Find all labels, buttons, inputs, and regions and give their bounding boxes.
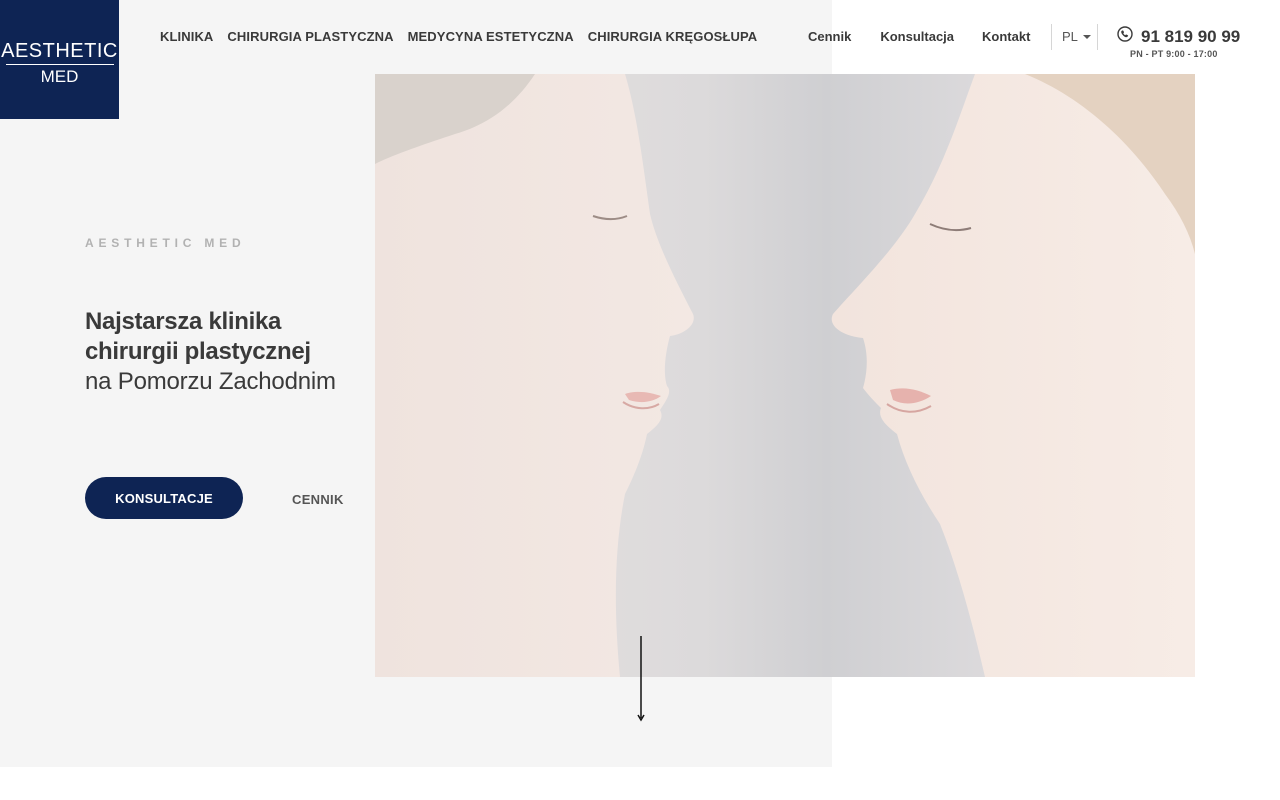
nav-item-cennik[interactable]: Cennik xyxy=(808,29,851,44)
header-divider-left xyxy=(1051,24,1052,50)
nav-item-chirurgia-kregoslupa[interactable]: CHIRURGIA KRĘGOSŁUPA xyxy=(588,29,758,44)
phone-number: 91 819 90 99 xyxy=(1141,26,1241,46)
pricing-link[interactable]: CENNIK xyxy=(292,492,344,507)
language-code: PL xyxy=(1062,29,1078,44)
nav-item-medycyna-estetyczna[interactable]: MEDYCYNA ESTETYCZNA xyxy=(408,29,574,44)
nav-item-konsultacja[interactable]: Konsultacja xyxy=(880,29,954,44)
headline-line-2: chirurgii plastycznej xyxy=(85,338,311,365)
nav-item-klinika[interactable]: KLINIKA xyxy=(160,29,213,44)
language-selector[interactable]: PL xyxy=(1062,29,1091,44)
header-divider-right xyxy=(1097,24,1098,50)
phone-contact[interactable]: 91 819 90 99 PN - PT 9:00 - 17:00 xyxy=(1117,26,1241,59)
nav-item-chirurgia-plastyczna[interactable]: CHIRURGIA PLASTYCZNA xyxy=(227,29,393,44)
headline-line-1: Najstarsza klinika xyxy=(85,308,282,335)
logo-text-aesthetic: AESTHETIC xyxy=(1,39,118,62)
secondary-navigation: Cennik Konsultacja Kontakt xyxy=(808,29,1030,44)
headline-line-3: na Pomorzu Zachodnim xyxy=(85,368,336,395)
chevron-down-icon xyxy=(1082,35,1091,39)
hero-headline: Najstarsza klinika chirurgii plastycznej… xyxy=(85,307,375,397)
hero-eyebrow: AESTHETIC MED xyxy=(85,236,246,250)
main-navigation: KLINIKA CHIRURGIA PLASTYCZNA MEDYCYNA ES… xyxy=(160,29,757,44)
phone-icon xyxy=(1117,26,1133,47)
hero-image-faces xyxy=(375,74,1195,677)
site-logo[interactable]: AESTHETIC MED xyxy=(0,0,119,119)
opening-hours: PN - PT 9:00 - 17:00 xyxy=(1130,49,1218,59)
arrow-down-icon[interactable] xyxy=(636,636,646,722)
consultation-button[interactable]: KONSULTACJE xyxy=(85,477,243,519)
logo-divider xyxy=(5,63,114,65)
logo-text-med: MED xyxy=(40,66,79,86)
nav-item-kontakt[interactable]: Kontakt xyxy=(982,29,1030,44)
